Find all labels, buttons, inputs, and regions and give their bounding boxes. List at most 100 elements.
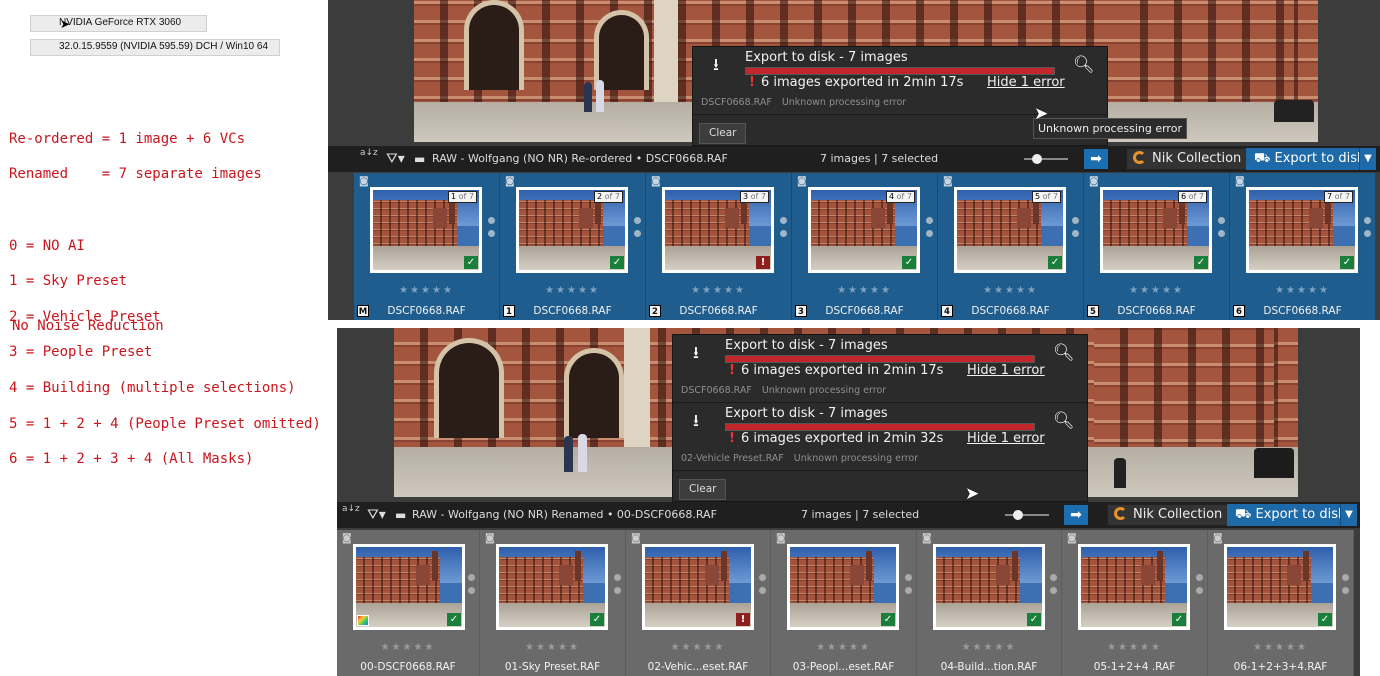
camera-icon: ◙ <box>1067 533 1077 544</box>
hide-error-link[interactable]: Hide 1 error <box>987 75 1065 90</box>
hide-error-link[interactable]: Hide 1 error <box>967 431 1045 446</box>
thumbnail-cell[interactable]: ◙ 4 of 7 ✓ ★★★★★ 3 DSCF0668.RAF <box>792 173 938 320</box>
thumbnail-cell[interactable]: ◙ 7 of 7 ✓ ★★★★★ 6 DSCF0668.RAF <box>1230 173 1376 320</box>
export-to-disk-button[interactable]: ⛟ Export to disk <box>1227 504 1356 526</box>
slider-knob[interactable] <box>1013 510 1023 520</box>
magnifier-icon[interactable]: 🔍︎ <box>1053 343 1075 365</box>
export-job: ⭳ Export to disk - 7 images ! 6 images ex… <box>673 403 1087 471</box>
thumbnail-cell[interactable]: ◙ 5 of 7 ✓ ★★★★★ 4 DSCF0668.RAF <box>938 173 1084 320</box>
filmstrip-toolbar: a↓z ⛛▾ ▬ RAW - Wolfgang (NO NR) Re-order… <box>328 146 1380 172</box>
star-rating[interactable]: ★★★★★ <box>1208 642 1353 653</box>
thumbnail-image[interactable]: ✓ <box>496 544 608 630</box>
more-options-icon[interactable] <box>780 217 787 237</box>
slider-knob[interactable] <box>1032 154 1042 164</box>
thumbnail-image[interactable]: ✓ <box>933 544 1045 630</box>
more-options-icon[interactable] <box>1050 574 1057 594</box>
dxo-window-reordered: ⭳ Export to disk - 7 images ! 6 images ex… <box>328 0 1380 320</box>
more-options-icon[interactable] <box>1364 217 1371 237</box>
more-options-icon[interactable] <box>614 574 621 594</box>
export-status: ! 6 images exported in 2min 17s <box>729 363 943 378</box>
thumbnail-cell[interactable]: ◙ ✓ ★★★★★ 00-DSCF0668.RAF <box>337 530 480 676</box>
error-icon: ! <box>756 256 770 269</box>
thumbnail-image[interactable]: 6 of 7 ✓ <box>1100 187 1212 273</box>
thumbnail-image[interactable]: ✓ <box>1078 544 1190 630</box>
thumbnail-image[interactable]: ! <box>642 544 754 630</box>
thumbnail-size-slider[interactable] <box>1005 510 1049 520</box>
thumbnail-image[interactable]: 7 of 7 ✓ <box>1246 187 1358 273</box>
more-options-icon[interactable] <box>1196 574 1203 594</box>
file-name: 04-Build...tion.RAF <box>940 661 1038 673</box>
thumbnail-cell[interactable]: ◙ 1 of 7 ✓ ★★★★★ M DSCF0668.RAF <box>354 173 500 320</box>
error-message: Unknown processing error <box>761 385 887 396</box>
thumbnail-image[interactable]: ✓ <box>787 544 899 630</box>
sort-az-icon[interactable]: a↓z <box>360 149 378 158</box>
magnifier-icon[interactable]: 🔍︎ <box>1053 411 1075 433</box>
star-rating[interactable]: ★★★★★ <box>480 642 625 653</box>
export-dropdown-chevron-icon[interactable]: ▼ <box>1340 504 1357 526</box>
breadcrumb[interactable]: RAW - Wolfgang (NO NR) Re-ordered • DSCF… <box>432 146 728 172</box>
more-options-icon[interactable] <box>759 574 766 594</box>
more-options-icon[interactable] <box>905 574 912 594</box>
clear-button[interactable]: Clear <box>679 479 727 500</box>
more-options-icon[interactable] <box>488 217 495 237</box>
star-rating[interactable]: ★★★★★ <box>500 285 645 296</box>
export-to-disk-button[interactable]: ⛟ Export to disk <box>1246 148 1375 170</box>
file-name: DSCF0668.RAF <box>1263 305 1342 317</box>
star-rating[interactable]: ★★★★★ <box>646 285 791 296</box>
file-name: 00-DSCF0668.RAF <box>360 661 456 673</box>
magnifier-icon[interactable]: 🔍︎ <box>1073 55 1095 77</box>
thumbnail-image[interactable]: 2 of 7 ✓ <box>516 187 628 273</box>
more-options-icon[interactable] <box>1342 574 1349 594</box>
star-rating[interactable]: ★★★★★ <box>626 642 770 653</box>
hide-error-link[interactable]: Hide 1 error <box>967 363 1045 378</box>
thumbnail-cell[interactable]: ◙ ✓ ★★★★★ 06-1+2+3+4.RAF <box>1208 530 1354 676</box>
more-options-icon[interactable] <box>634 217 641 237</box>
check-icon: ✓ <box>590 613 604 626</box>
share-arrow-button[interactable]: ➡ <box>1084 149 1108 169</box>
thumbnail-cell[interactable]: ◙ 3 of 7 ! ★★★★★ 2 DSCF0668.RAF <box>646 173 792 320</box>
star-rating[interactable]: ★★★★★ <box>938 285 1083 296</box>
filter-icon[interactable]: ⛛▾ <box>367 502 386 528</box>
star-rating[interactable]: ★★★★★ <box>917 642 1061 653</box>
more-options-icon[interactable] <box>468 574 475 594</box>
thumbnail-cell[interactable]: ◙ ✓ ★★★★★ 04-Build...tion.RAF <box>917 530 1062 676</box>
breadcrumb[interactable]: RAW - Wolfgang (NO NR) Renamed • 00-DSCF… <box>412 502 717 528</box>
nik-collection-button[interactable]: Nik Collection <box>1126 148 1251 170</box>
thumbnail-size-slider[interactable] <box>1024 154 1068 164</box>
thumbnail-cell[interactable]: ◙ 6 of 7 ✓ ★★★★★ 5 DSCF0668.RAF <box>1084 173 1230 320</box>
dxo-window-renamed: ⭳ Export to disk - 7 images ! 6 images ex… <box>337 328 1360 676</box>
thumbnail-cell[interactable]: ◙ 2 of 7 ✓ ★★★★★ 1 DSCF0668.RAF <box>500 173 646 320</box>
share-arrow-button[interactable]: ➡ <box>1064 505 1088 525</box>
thumbnail-image[interactable]: 1 of 7 ✓ <box>370 187 482 273</box>
thumbnail-cell[interactable]: ◙ ✓ ★★★★★ 01-Sky Preset.RAF <box>480 530 626 676</box>
more-options-icon[interactable] <box>1072 217 1079 237</box>
star-rating[interactable]: ★★★★★ <box>1062 642 1207 653</box>
clear-button[interactable]: Clear <box>699 123 747 144</box>
error-line: DSCF0668.RAF Unknown processing error <box>701 97 906 108</box>
star-rating[interactable]: ★★★★★ <box>354 285 499 296</box>
sort-az-icon[interactable]: a↓z <box>342 505 360 514</box>
thumbnail-cell[interactable]: ◙ ✓ ★★★★★ 05-1+2+4 .RAF <box>1062 530 1208 676</box>
thumbnail-image[interactable]: ✓ <box>1224 544 1336 630</box>
thumbnail-cell[interactable]: ◙ ✓ ★★★★★ 03-Peopl...eset.RAF <box>771 530 917 676</box>
more-options-icon[interactable] <box>926 217 933 237</box>
error-line: DSCF0668.RAF Unknown processing error <box>681 385 886 396</box>
more-options-icon[interactable] <box>1218 217 1225 237</box>
export-dropdown-chevron-icon[interactable]: ▼ <box>1359 148 1376 170</box>
star-rating[interactable]: ★★★★★ <box>1084 285 1229 296</box>
star-rating[interactable]: ★★★★★ <box>337 642 479 653</box>
thumbnail-image[interactable]: 3 of 7 ! <box>662 187 774 273</box>
filter-icon[interactable]: ⛛▾ <box>386 146 405 172</box>
star-rating[interactable]: ★★★★★ <box>771 642 916 653</box>
camera-icon: ◙ <box>485 533 495 544</box>
export-label: Export to disk <box>1255 507 1346 522</box>
thumbnail-image[interactable]: ✓ <box>353 544 465 630</box>
error-file: DSCF0668.RAF <box>701 97 772 108</box>
export-status-text: 6 images exported in 2min 17s <box>760 75 964 90</box>
thumbnail-image[interactable]: 4 of 7 ✓ <box>808 187 920 273</box>
thumbnail-image[interactable]: 5 of 7 ✓ <box>954 187 1066 273</box>
star-rating[interactable]: ★★★★★ <box>792 285 937 296</box>
thumbnail-cell[interactable]: ◙ ! ★★★★★ 02-Vehic...eset.RAF <box>626 530 771 676</box>
star-rating[interactable]: ★★★★★ <box>1230 285 1375 296</box>
nik-collection-button[interactable]: Nik Collection <box>1107 504 1232 526</box>
